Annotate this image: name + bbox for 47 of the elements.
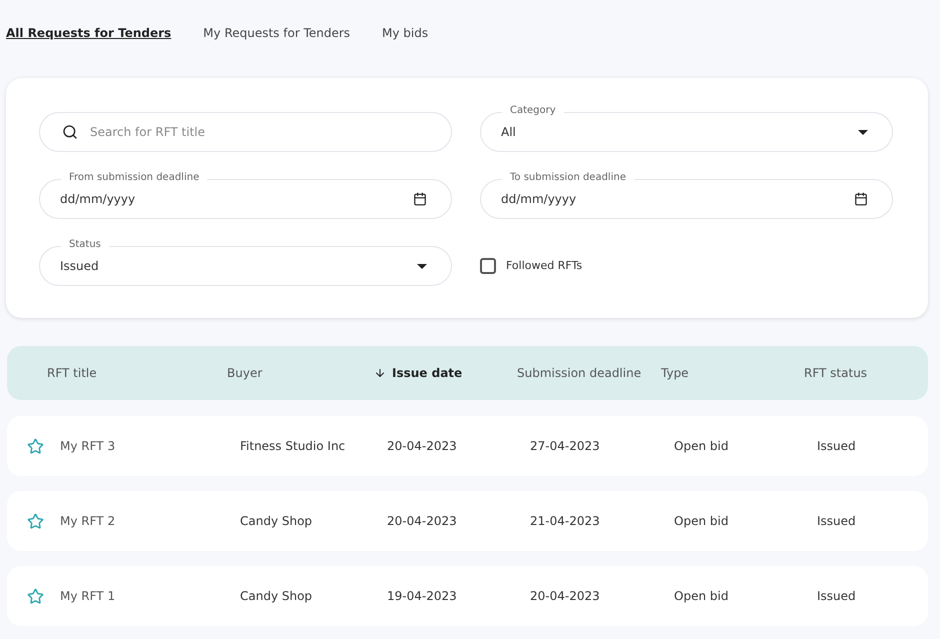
column-header[interactable]: RFT status	[804, 364, 868, 382]
select-value: All	[501, 124, 517, 141]
select-value: Issued	[60, 258, 100, 275]
table-cell-text: My RFT 2	[60, 513, 116, 530]
table-cell-text: 20-04-2023	[387, 513, 458, 530]
checkbox[interactable]	[480, 258, 496, 274]
date-value: dd/mm/yyyy	[501, 191, 578, 208]
column-header[interactable]: RFT title	[47, 364, 97, 382]
star-icon[interactable]	[27, 438, 44, 454]
tab[interactable]: My bids	[382, 24, 428, 42]
table-cell-text: Open bid	[674, 588, 730, 605]
table-cell-text: 19-04-2023	[387, 588, 458, 605]
table-row[interactable]: My RFT 1 Candy Shop 19-04-2023 20-04-2023 Open bid Issued	[7, 566, 928, 626]
table-cell-text: 21-04-2023	[530, 513, 601, 530]
table-cell-text: 20-04-2023	[530, 588, 601, 605]
column-header[interactable]: Issue date	[392, 364, 462, 382]
table-cell-text: 27-04-2023	[530, 438, 601, 455]
table-cell-text: Issued	[817, 588, 857, 605]
date-value: dd/mm/yyyy	[60, 191, 136, 208]
tab[interactable]: My Requests for Tenders	[203, 24, 350, 42]
table-row[interactable]: My RFT 2 Candy Shop 20-04-2023 21-04-2023 Open bid Issued	[7, 491, 928, 551]
table-cell-text: My RFT 3	[60, 438, 116, 455]
column-header[interactable]: Type	[661, 364, 689, 382]
checkbox-label: Followed RFTs	[506, 258, 582, 274]
table-cell-text: Candy Shop	[240, 513, 314, 530]
calendar-icon[interactable]	[413, 192, 427, 206]
table-cell-text: Open bid	[674, 438, 730, 455]
calendar-icon[interactable]	[854, 192, 868, 206]
table-cell-text: Issued	[817, 438, 857, 455]
table-cell-text: 20-04-2023	[387, 438, 458, 455]
search-field[interactable]: Search for RFT title	[39, 112, 452, 152]
caret-icon	[417, 264, 427, 268]
search-icon	[62, 124, 78, 140]
tab[interactable]: All Requests for Tenders	[6, 24, 172, 42]
table-cell-text: Issued	[817, 513, 857, 530]
table-cell-text: Open bid	[674, 513, 730, 530]
column-header[interactable]: Buyer	[227, 364, 262, 382]
star-icon[interactable]	[27, 588, 44, 604]
table-cell-text: My RFT 1	[60, 588, 116, 605]
table-row[interactable]: My RFT 3 Fitness Studio Inc 20-04-2023 27-04-2023 Open bid Issued	[7, 416, 928, 476]
caret-icon	[858, 130, 868, 134]
star-icon[interactable]	[27, 512, 44, 530]
table-cell-text: Candy Shop	[240, 588, 314, 605]
search-input[interactable]: Search for RFT title	[90, 123, 427, 141]
field-label: Category	[502, 104, 564, 118]
column-header[interactable]: Submission deadline	[517, 364, 642, 382]
table-cell-text: Fitness Studio Inc	[240, 438, 346, 455]
